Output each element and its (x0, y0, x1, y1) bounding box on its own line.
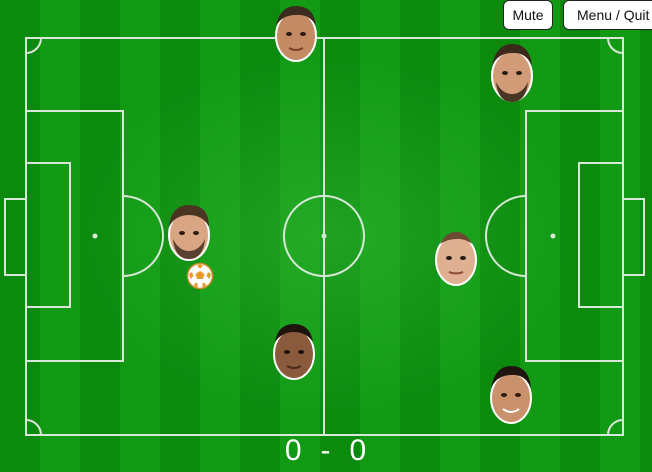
player-face-icon (490, 366, 532, 424)
player-face-icon (273, 324, 315, 380)
soccer-pitch (0, 0, 652, 472)
corner-arc-bottom-left (25, 419, 42, 436)
player-token-left-ball-carrier[interactable] (163, 199, 215, 263)
score-right: 0 (349, 434, 368, 467)
player-token-right-midfielder[interactable] (430, 224, 482, 288)
player-token-right-defender-bottom[interactable] (485, 362, 537, 426)
score-left: 0 (284, 434, 303, 467)
center-spot (321, 233, 327, 239)
player-face-icon (168, 205, 210, 261)
left-goal (4, 198, 27, 276)
soccer-ball-icon[interactable] (186, 262, 214, 290)
player-face-icon (275, 6, 317, 62)
right-penalty-spot (550, 233, 556, 239)
left-penalty-arc (122, 195, 164, 277)
left-penalty-spot (92, 233, 98, 239)
right-goal-box (578, 162, 624, 308)
corner-arc-top-right (607, 37, 624, 54)
player-face-icon (491, 44, 533, 102)
left-penalty-box (25, 110, 124, 362)
right-goal (622, 198, 645, 276)
right-penalty-box (525, 110, 624, 362)
pitch-markings (4, 37, 645, 436)
corner-arc-bottom-right (607, 419, 624, 436)
player-token-right-defender-top[interactable] (486, 40, 538, 104)
player-face-icon (435, 232, 477, 286)
player-token-left-striker-top[interactable] (270, 0, 322, 64)
right-penalty-arc (485, 195, 527, 277)
scoreboard: 0-0 (0, 434, 652, 468)
player-token-left-striker-bottom[interactable] (268, 318, 320, 382)
menu-quit-button[interactable]: Menu / Quit (563, 0, 652, 30)
left-goal-box (25, 162, 71, 308)
corner-arc-top-left (25, 37, 42, 54)
score-separator: - (320, 434, 332, 467)
mute-button[interactable]: Mute (503, 0, 553, 30)
